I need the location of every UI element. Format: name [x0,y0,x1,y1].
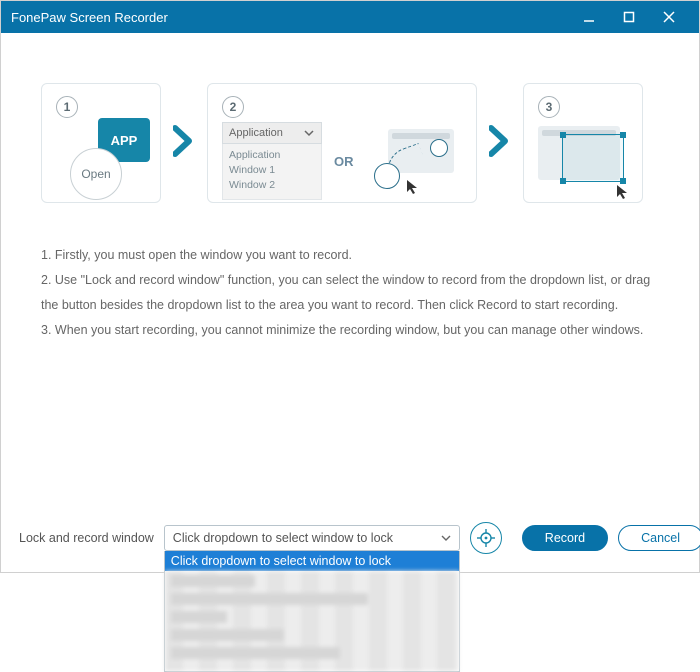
step-1-number: 1 [56,96,78,118]
content-area: 1 APP Open 2 Application Applicatio [1,33,699,343]
cursor-icon [616,184,632,200]
app-window: FonePaw Screen Recorder 1 APP Open 2 [0,0,700,573]
minimize-icon [582,10,596,24]
close-icon [663,11,675,23]
instruction-line: 2. Use "Lock and record window" function… [41,268,659,318]
step-1-card: 1 APP Open [41,83,161,203]
cancel-button[interactable]: Cancel [618,525,700,551]
window-title: FonePaw Screen Recorder [11,10,168,25]
dd-item: Window 1 [229,163,315,178]
dd-item: Application [229,148,315,163]
window-select-value: Click dropdown to select window to lock [173,531,393,545]
maximize-button[interactable] [609,1,649,33]
titlebar: FonePaw Screen Recorder [1,1,699,33]
drag-target-button[interactable] [470,522,502,554]
step-2-card: 2 Application Application Window 1 Windo… [207,83,477,203]
window-select-options-blurred[interactable] [165,571,459,671]
minimize-button[interactable] [569,1,609,33]
window-select-option[interactable]: Click dropdown to select window to lock [165,551,459,571]
step-2-number: 2 [222,96,244,118]
selection-box [562,134,624,182]
maximize-icon [623,11,635,23]
crosshair-icon [476,528,496,548]
record-button[interactable]: Record [522,525,608,551]
crosshair-icon [374,163,400,189]
open-circle: Open [70,148,122,200]
bottom-bar: Lock and record window Click dropdown to… [1,508,699,572]
crosshair-icon [430,139,448,157]
dd-item: Window 2 [229,178,315,193]
chevron-down-icon [439,531,453,545]
step-3-card: 3 [523,83,643,203]
steps-row: 1 APP Open 2 Application Applicatio [41,83,659,203]
lock-window-label: Lock and record window [19,531,154,545]
instructions: 1. Firstly, you must open the window you… [41,243,659,343]
step-3-number: 3 [538,96,560,118]
dropdown-illustration: Application Application Window 1 Window … [222,122,322,200]
instruction-line: 1. Firstly, you must open the window you… [41,243,659,268]
instruction-line: 3. When you start recording, you cannot … [41,318,659,343]
window-select-dropdown[interactable]: Click dropdown to select window to lock [164,551,460,672]
window-select-field[interactable]: Click dropdown to select window to lock [164,525,460,551]
arrow-icon [171,124,197,163]
target-illustration [366,129,454,193]
or-label: OR [334,154,354,169]
close-button[interactable] [649,1,689,33]
chevron-down-icon [303,127,315,139]
window-select[interactable]: Click dropdown to select window to lock … [164,525,460,551]
cursor-icon [406,179,422,195]
dd-head-label: Application [229,127,283,139]
arrow-icon [487,124,513,163]
